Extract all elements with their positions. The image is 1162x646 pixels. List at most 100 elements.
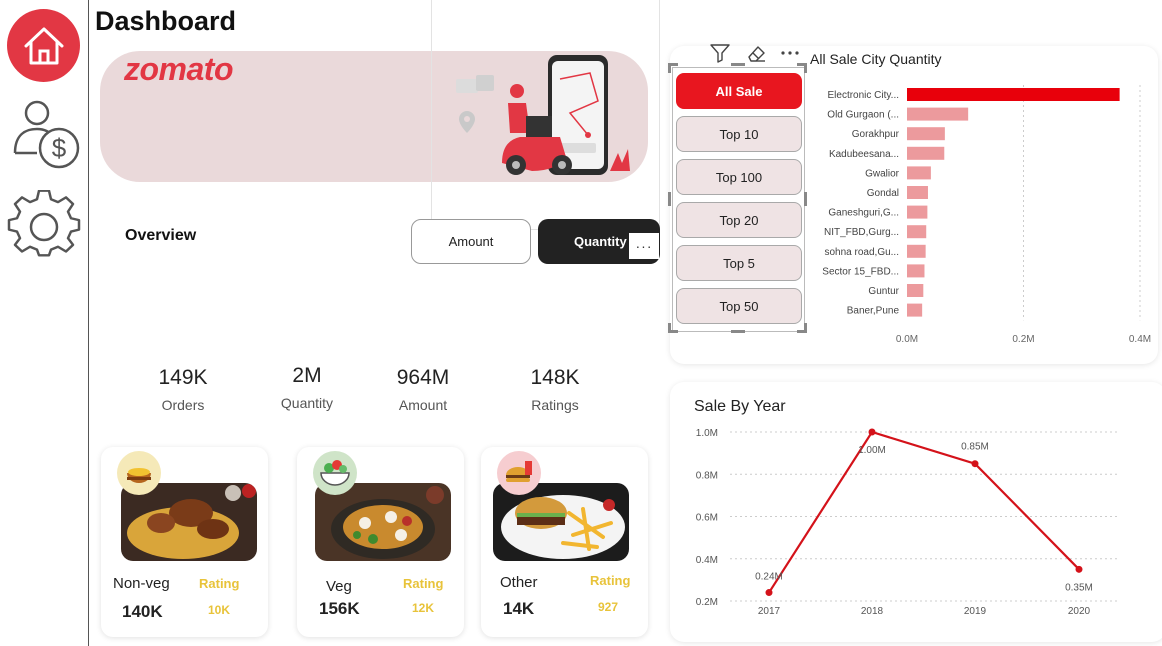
x-tick-label: 2017 (758, 606, 781, 617)
filter-icon[interactable] (708, 42, 732, 64)
bar (907, 166, 931, 180)
bar (907, 127, 945, 141)
card-rating-label: Rating (403, 576, 444, 591)
category-label: Gorakhpur (852, 129, 900, 140)
kpi-value: 148K (530, 366, 580, 389)
category-label: Kadubeesana... (829, 149, 899, 160)
category-label: Old Gurgaon (... (827, 110, 899, 121)
card-value: 14K (503, 599, 535, 618)
kpi-label: Amount (398, 397, 448, 413)
kpi-ratings: 148K Ratings (495, 366, 615, 413)
amount-toggle-button[interactable]: Amount (411, 219, 531, 264)
data-label: 1.00M (858, 445, 886, 456)
resize-handle[interactable] (668, 63, 671, 73)
x-tick-label: 2020 (1068, 606, 1091, 617)
series-line (768, 430, 1080, 594)
data-label: 0.24M (755, 572, 783, 583)
x-tick-label: 2019 (964, 606, 987, 617)
bar (907, 244, 926, 258)
bar (907, 303, 923, 317)
resize-handle[interactable] (731, 330, 745, 333)
card-non-veg: Non-veg 140K Rating 10K (101, 447, 268, 637)
x-tick-label: 0.0M (896, 334, 918, 345)
year-chart-title: Sale By Year (694, 398, 786, 415)
data-label: 0.85M (961, 442, 989, 453)
category-label: Electronic City... (828, 90, 900, 101)
eraser-icon[interactable] (744, 42, 768, 64)
slicer-option-top-50[interactable]: Top 50 (676, 288, 802, 324)
kpi-label: Quantity (280, 395, 334, 411)
more-options-icon[interactable] (778, 42, 804, 64)
x-tick-label: 2018 (861, 606, 884, 617)
resize-handle[interactable] (804, 323, 807, 333)
card-rating-label: Rating (199, 576, 240, 591)
sale-by-year-chart: 0.2M 0.4M 0.6M 0.8M 1.0M 2017 2018 2019 2020 0.24… (696, 428, 1120, 617)
card-rating-label: Rating (590, 573, 631, 588)
card-rating-value: 10K (208, 603, 231, 617)
brand-logo: zomato (124, 51, 234, 87)
data-point (1075, 565, 1083, 573)
category-label: Baner,Pune (847, 306, 900, 317)
dashboard-root: $ Dashboard zomato Overview Amount Quant… (0, 0, 1162, 646)
y-tick-label: 0.8M (696, 470, 718, 481)
x-tick-label: 0.4M (1129, 334, 1151, 345)
data-point (765, 589, 773, 597)
category-label: Ganeshguri,G... (828, 208, 899, 219)
resize-handle[interactable] (731, 63, 745, 66)
slicer-option-all-sale[interactable]: All Sale (676, 73, 802, 109)
nav-rail: $ (0, 0, 89, 646)
nav-home-button[interactable] (7, 9, 80, 82)
sale-slicer: All Sale Top 10 Top 100 Top 20 Top 5 Top… (672, 67, 805, 332)
card-rating-value: 12K (412, 601, 435, 615)
kpi-label: Ratings (531, 397, 579, 413)
salad-icon (313, 451, 357, 495)
data-point (971, 460, 979, 468)
slicer-option-top-20[interactable]: Top 20 (676, 202, 802, 238)
category-label: Sector 15_FBD... (822, 266, 899, 277)
x-tick-label: 0.2M (1012, 334, 1034, 345)
biryani-icon (117, 451, 161, 495)
resize-handle[interactable] (668, 192, 671, 206)
bar (907, 107, 969, 121)
y-tick-label: 1.0M (696, 428, 718, 439)
bar (907, 88, 1120, 101)
delivery-illustration (456, 55, 630, 175)
home-icon (24, 27, 63, 64)
category-label: sohna road,Gu... (825, 247, 900, 258)
fast-food-icon (497, 451, 541, 495)
resize-handle[interactable] (668, 323, 671, 333)
y-tick-label: 0.6M (696, 513, 718, 524)
slicer-option-top-10[interactable]: Top 10 (676, 116, 802, 152)
slicer-option-top-100[interactable]: Top 100 (676, 159, 802, 195)
card-other: Other 14K Rating 927 (481, 447, 648, 637)
bar (907, 205, 928, 219)
kpi-orders: 149K Orders (123, 366, 243, 413)
card-rating-value: 927 (598, 600, 619, 614)
category-label: Gondal (867, 188, 899, 199)
kpi-label: Orders (161, 397, 205, 413)
kpi-quantity: 2M Quantity (247, 364, 367, 411)
bar (907, 225, 927, 239)
slicer-option-top-5[interactable]: Top 5 (676, 245, 802, 281)
y-tick-label: 0.2M (696, 597, 718, 608)
bar (907, 264, 925, 278)
category-label: NIT_FBD,Gurg... (824, 227, 899, 238)
overview-heading: Overview (125, 227, 197, 244)
data-point (868, 428, 876, 436)
kpi-value: 149K (158, 366, 208, 389)
card-value: 140K (122, 602, 163, 621)
slicer-toolbar (708, 42, 804, 64)
more-options-button[interactable]: ··· (629, 233, 659, 259)
bar (907, 284, 924, 297)
resize-handle[interactable] (804, 63, 807, 73)
user-dollar-icon[interactable]: $ (7, 97, 81, 171)
data-label: 0.35M (1065, 582, 1093, 593)
card-name: Other (500, 574, 538, 591)
page-title: Dashboard (95, 6, 237, 36)
resize-handle[interactable] (804, 192, 807, 206)
gear-icon[interactable] (7, 190, 81, 264)
kpi-value: 964M (396, 366, 450, 389)
brand-banner: zomato (100, 51, 648, 182)
card-name: Non-veg (113, 575, 170, 592)
city-chart-title: All Sale City Quantity (810, 51, 942, 67)
